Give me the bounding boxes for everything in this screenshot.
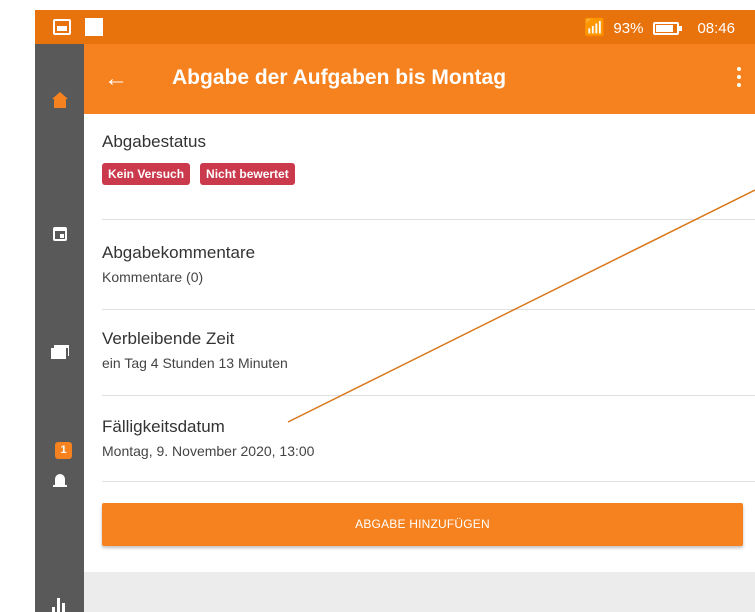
nav-item-grades[interactable] (35, 584, 84, 612)
nav-item-calendar[interactable] (35, 214, 84, 254)
arrow-left-icon[interactable]: ← (104, 64, 128, 94)
assignment-details: Abgabestatus Kein Versuch Nicht bewertet… (84, 114, 755, 612)
page-title: Abgabe der Aufgaben bis Montag (172, 66, 507, 89)
calendar-icon (52, 227, 67, 241)
submission-status-title: Abgabestatus (102, 132, 206, 151)
nav-rail: 1 (35, 44, 84, 612)
bell-icon (52, 474, 67, 490)
clock: 08:46 (697, 19, 735, 37)
time-remaining-value: ein Tag 4 Stunden 13 Minuten (102, 355, 288, 371)
nav-item-messages[interactable] (35, 332, 84, 372)
bottom-area (84, 572, 755, 612)
app-bar: ← Abgabe der Aufgaben bis Montag (84, 44, 755, 114)
submission-status-section: Abgabestatus Kein Versuch Nicht bewertet (102, 131, 755, 220)
more-vert-icon[interactable] (737, 67, 741, 89)
status-bar: 📶 93% 08:46 (35, 10, 755, 44)
home-icon (51, 92, 68, 108)
comments-count: Kommentare (0) (102, 269, 204, 285)
grades-icon (51, 596, 68, 612)
time-remaining-title: Verbleibende Zeit (102, 329, 235, 348)
time-remaining-section: Verbleibende Zeit ein Tag 4 Stunden 13 M… (102, 310, 755, 396)
due-date-value: Montag, 9. November 2020, 13:00 (102, 443, 315, 459)
comments-section[interactable]: Abgabekommentare Kommentare (0) (102, 220, 755, 310)
battery-percentage: 93% (613, 19, 644, 37)
no-attempt-badge: Kein Versuch (102, 163, 191, 185)
battery-icon (653, 21, 683, 35)
add-submission-button[interactable]: ABGABE HINZUFÜGEN (102, 503, 743, 546)
due-date-section: Fälligkeitsdatum Montag, 9. November 202… (102, 396, 755, 482)
gallery-notification-icon (53, 19, 71, 35)
not-graded-badge: Nicht bewertet (200, 163, 295, 185)
comments-title: Abgabekommentare (102, 243, 256, 262)
nav-item-home[interactable] (35, 80, 84, 120)
nav-item-notifications[interactable] (35, 462, 84, 502)
notification-count-badge: 1 (55, 442, 72, 459)
messages-icon (50, 345, 69, 361)
notification-icon (85, 18, 103, 36)
due-date-title: Fälligkeitsdatum (102, 417, 225, 436)
wifi-icon: 📶 (584, 18, 606, 37)
